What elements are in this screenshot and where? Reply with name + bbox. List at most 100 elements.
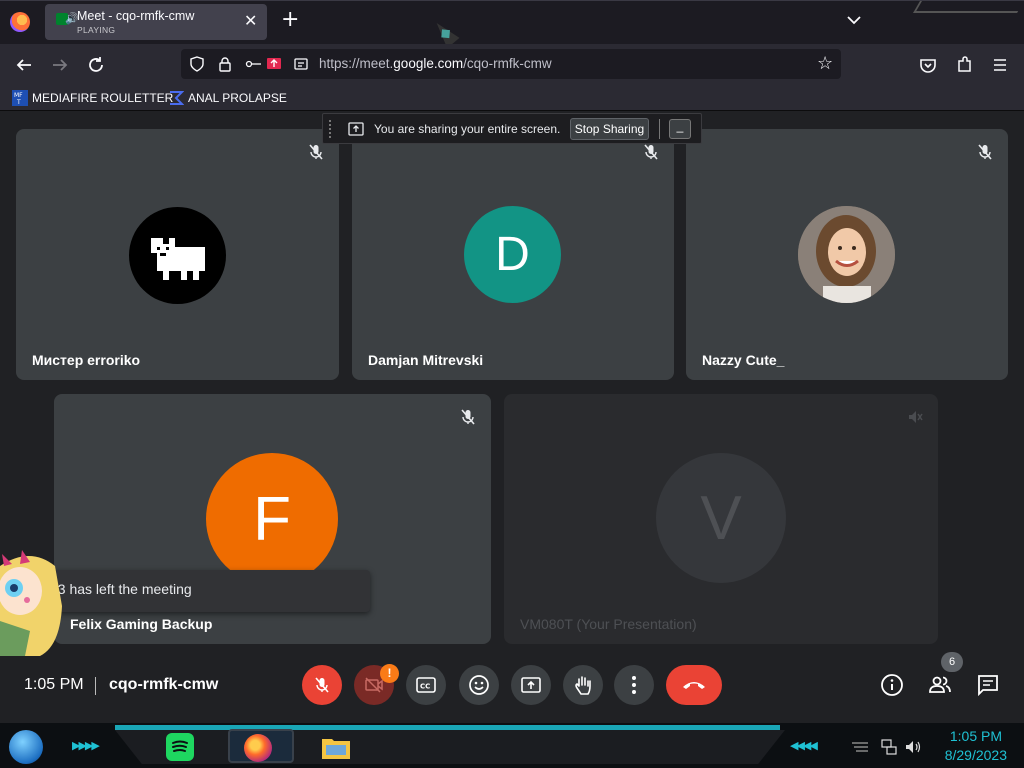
taskbar-deco-icon: ▶▶▶▶ xyxy=(72,739,100,752)
emoji-icon xyxy=(469,675,489,695)
present-screen-icon xyxy=(521,677,541,693)
bookmark-label: ANAL PROLAPSE xyxy=(188,91,287,105)
mic-muted-icon xyxy=(644,144,658,160)
taskbar-active-app[interactable] xyxy=(228,729,294,763)
people-icon[interactable] xyxy=(928,673,952,697)
svg-text:MF: MF xyxy=(14,92,23,99)
system-clock-time[interactable]: 1:05 PM xyxy=(942,728,1002,744)
mic-muted-icon xyxy=(978,144,992,160)
more-vert-icon xyxy=(632,676,636,694)
participant-name: Мистер erroriko xyxy=(32,352,141,368)
minimize-button[interactable]: _ xyxy=(669,119,691,139)
bookmark-label: MEDIAFIRE ROULETTER xyxy=(32,91,174,105)
divider xyxy=(95,677,96,695)
firefox-icon xyxy=(244,734,272,762)
forward-icon[interactable] xyxy=(47,52,73,78)
meeting-info-icon[interactable] xyxy=(880,673,904,697)
firefox-view-icon[interactable] xyxy=(10,12,30,32)
svg-text:T: T xyxy=(16,99,21,106)
chat-icon[interactable] xyxy=(976,673,1000,697)
taskbar-deco-icon: ◀◀◀◀ xyxy=(790,739,818,752)
window-decoration xyxy=(913,1,1024,13)
spotify-icon[interactable] xyxy=(164,731,196,763)
start-orb-icon[interactable] xyxy=(9,730,43,764)
stop-sharing-button[interactable]: Stop Sharing xyxy=(570,118,649,140)
speaker-muted-icon xyxy=(909,411,923,423)
bookmark-star-icon[interactable]: ☆ xyxy=(817,53,833,74)
more-options-button[interactable] xyxy=(614,665,654,705)
taskbar-accent xyxy=(115,725,780,730)
file-explorer-icon[interactable] xyxy=(320,731,352,763)
participant-name: Damjan Mitrevski xyxy=(368,352,484,368)
divider xyxy=(659,119,660,139)
system-clock-date[interactable]: 8/29/2023 xyxy=(934,747,1007,763)
hang-up-icon xyxy=(683,682,705,689)
participant-name: VM080T (Your Presentation) xyxy=(520,616,697,632)
desktop-mascot-character xyxy=(0,550,62,656)
menu-hamburger-icon[interactable] xyxy=(987,52,1013,78)
mic-muted-icon xyxy=(461,409,475,425)
raise-hand-button[interactable] xyxy=(563,665,603,705)
shield-icon[interactable] xyxy=(189,56,205,72)
lock-icon[interactable] xyxy=(217,56,233,72)
avatar-letter: F xyxy=(206,453,338,585)
mic-off-icon xyxy=(315,677,329,693)
pocket-icon[interactable] xyxy=(915,52,941,78)
svg-text:CC: CC xyxy=(420,683,430,691)
nav-bar: https://meet.google.com/cqo-rmfk-cmw ☆ xyxy=(0,44,1024,85)
captions-icon: CC xyxy=(416,677,436,693)
screen-share-indicator-icon[interactable] xyxy=(266,56,282,72)
taskbar-band xyxy=(115,730,785,764)
drag-handle[interactable] xyxy=(329,120,332,138)
people-count-badge: 6 xyxy=(941,652,963,672)
reactions-button[interactable] xyxy=(459,665,499,705)
participant-name: Felix Gaming Backup xyxy=(70,616,213,632)
leave-call-button[interactable] xyxy=(666,665,722,705)
avatar-dog xyxy=(129,207,226,304)
url-bar[interactable]: https://meet.google.com/cqo-rmfk-cmw ☆ xyxy=(181,49,841,79)
tab-close-icon[interactable]: ✕ xyxy=(244,11,257,30)
bookmark-sigma[interactable]: ANAL PROLAPSE xyxy=(168,90,287,106)
present-button[interactable] xyxy=(511,665,551,705)
tab-bar: 🔊 Meet - cqo-rmfk-cmw PLAYING ✕ + xyxy=(0,0,1024,44)
captions-button[interactable]: CC xyxy=(406,665,446,705)
camera-alert-badge: ! xyxy=(380,664,399,683)
toast-message: n3 has left the meeting xyxy=(50,581,192,597)
mic-muted-icon xyxy=(309,144,323,160)
reload-icon[interactable] xyxy=(83,52,109,78)
avatar-letter: D xyxy=(464,206,561,303)
tab-meet[interactable]: 🔊 Meet - cqo-rmfk-cmw PLAYING ✕ xyxy=(45,4,267,40)
volume-icon[interactable] xyxy=(904,739,922,755)
tab-title: Meet - cqo-rmfk-cmw xyxy=(77,9,195,23)
sharing-message: You are sharing your entire screen. xyxy=(374,122,561,136)
screen-sharing-bar: You are sharing your entire screen. Stop… xyxy=(322,113,702,144)
hand-icon xyxy=(575,676,591,695)
url-text[interactable]: https://meet.google.com/cqo-rmfk-cmw xyxy=(319,56,552,71)
extensions-icon[interactable] xyxy=(951,52,977,78)
tab-playing-status: PLAYING xyxy=(77,25,116,35)
meeting-time: 1:05 PM xyxy=(24,676,84,693)
meeting-code: cqo-rmfk-cmw xyxy=(109,676,219,693)
tab-list-chevron-icon[interactable] xyxy=(845,11,863,29)
page-info-icon[interactable] xyxy=(293,56,309,72)
mediafire-icon: MFT xyxy=(12,90,28,106)
network-icon[interactable] xyxy=(881,739,897,755)
participant-tile[interactable]: Nazzy Cute_ xyxy=(686,129,1008,380)
meet-stage: Мистер erroriko D Damjan Mitrevski Nazzy… xyxy=(0,111,1024,723)
show-desktop-icon[interactable] xyxy=(850,740,870,754)
permissions-icon[interactable] xyxy=(245,56,263,72)
avatar-letter: V xyxy=(656,453,786,583)
bookmark-mediafire[interactable]: MF T MEDIAFIRE ROULETTER xyxy=(12,90,173,106)
participant-name: Nazzy Cute_ xyxy=(702,352,785,368)
back-icon[interactable] xyxy=(11,52,37,78)
sigma-icon xyxy=(170,91,184,105)
present-icon xyxy=(348,122,364,136)
participant-tile[interactable]: Мистер erroriko xyxy=(16,129,339,380)
dog-pixel-icon xyxy=(150,237,205,280)
mic-toggle-button[interactable] xyxy=(302,665,342,705)
participant-tile[interactable]: D Damjan Mitrevski xyxy=(352,129,674,380)
avatar-photo xyxy=(798,206,895,303)
new-tab-button[interactable]: + xyxy=(281,9,299,31)
presentation-tile[interactable]: V VM080T (Your Presentation) xyxy=(504,394,938,644)
girl-photo xyxy=(798,206,895,303)
